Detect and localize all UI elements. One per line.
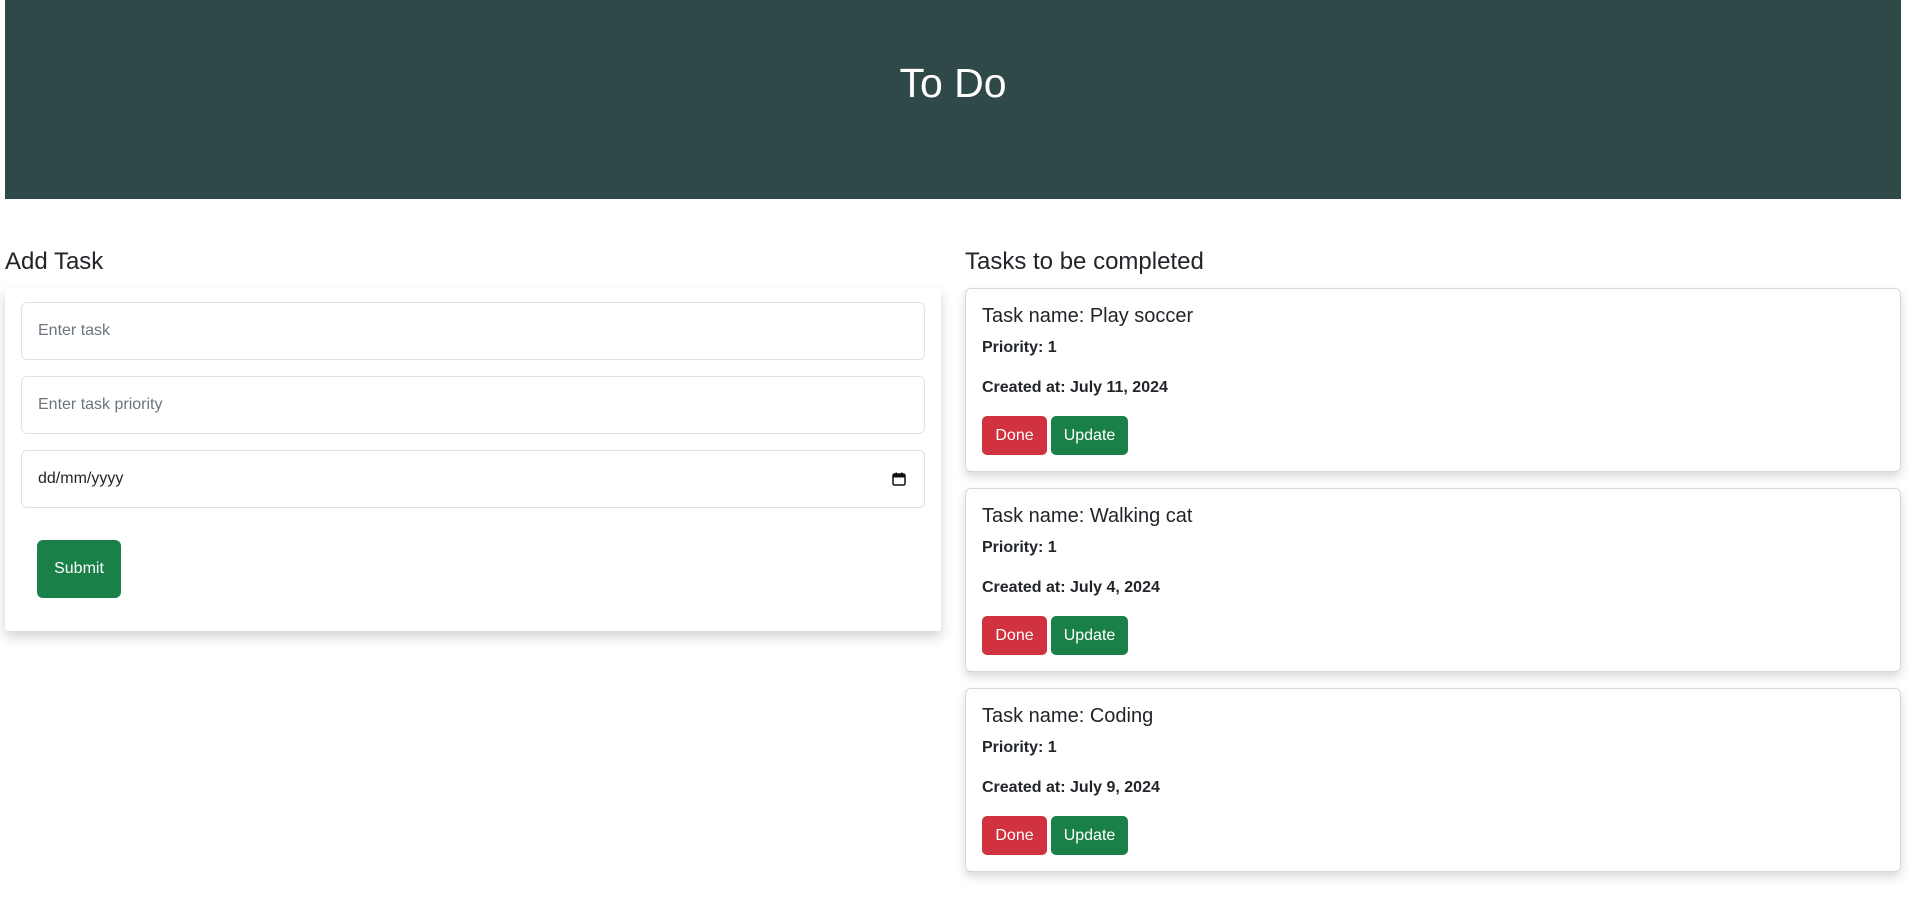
task-created-date: Created at: July 4, 2024 xyxy=(982,579,1160,596)
done-button[interactable]: Done xyxy=(982,616,1047,655)
done-button[interactable]: Done xyxy=(982,416,1047,455)
date-placeholder: dd/mm/yyyy xyxy=(38,470,124,487)
update-button[interactable]: Update xyxy=(1051,816,1128,855)
task-card: Task name: Play soccer Priority: 1 Creat… xyxy=(965,288,1901,472)
task-card: Task name: Coding Priority: 1 Created at… xyxy=(965,688,1901,872)
task-name-input[interactable] xyxy=(21,302,925,360)
task-name: Task name: Play soccer xyxy=(982,305,1194,327)
page-title: To Do xyxy=(899,59,1007,106)
submit-button[interactable]: Submit xyxy=(37,540,121,598)
update-button[interactable]: Update xyxy=(1051,616,1128,655)
task-priority: Priority: 1 xyxy=(982,339,1057,356)
task-created-date: Created at: July 9, 2024 xyxy=(982,779,1160,796)
add-task-heading: Add Task xyxy=(5,248,104,275)
task-priority: Priority: 1 xyxy=(982,739,1057,756)
task-priority-input[interactable] xyxy=(21,376,925,434)
update-button[interactable]: Update xyxy=(1051,416,1128,455)
tasks-heading: Tasks to be completed xyxy=(965,248,1204,275)
app-header: To Do xyxy=(5,0,1901,199)
calendar-icon[interactable] xyxy=(892,472,906,486)
task-created-date: Created at: July 11, 2024 xyxy=(982,379,1168,396)
task-date-input[interactable]: dd/mm/yyyy xyxy=(21,450,925,508)
task-name: Task name: Coding xyxy=(982,705,1154,727)
done-button[interactable]: Done xyxy=(982,816,1047,855)
add-task-form: dd/mm/yyyy Submit xyxy=(5,288,941,631)
task-name: Task name: Walking cat xyxy=(982,505,1193,527)
task-card: Task name: Walking cat Priority: 1 Creat… xyxy=(965,488,1901,672)
task-priority: Priority: 1 xyxy=(982,539,1057,556)
